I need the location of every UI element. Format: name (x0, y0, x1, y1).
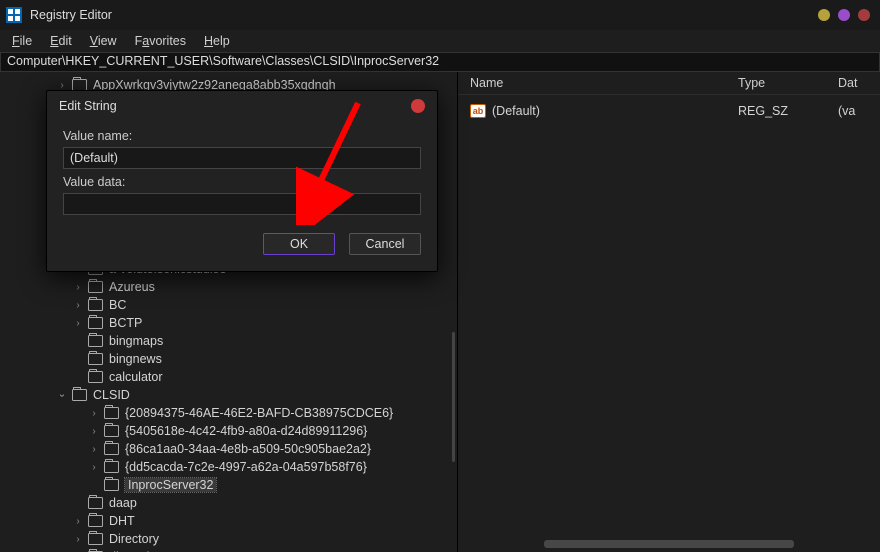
column-data[interactable]: Dat (838, 76, 880, 90)
value-data: (va (838, 104, 880, 118)
folder-icon (88, 515, 103, 527)
window-title: Registry Editor (30, 8, 112, 22)
close-button[interactable] (858, 9, 870, 21)
tree-node[interactable]: › {5405618e-4c42-4fb9-a80a-d24d89911296} (0, 422, 457, 440)
tree-label: Directory (109, 532, 159, 546)
value-name-label: Value name: (63, 129, 421, 143)
tree-label: bingnews (109, 352, 162, 366)
chevron-right-icon[interactable]: › (88, 462, 100, 473)
value-name: (Default) (492, 104, 738, 118)
folder-icon (88, 335, 103, 347)
menu-favorites[interactable]: Favorites (127, 32, 194, 50)
tree-label: {dd5cacda-7c2e-4997-a62a-04a597b58f76} (125, 460, 367, 474)
tree-node[interactable]: daap (0, 494, 457, 512)
tree-label: Azureus (109, 280, 155, 294)
folder-icon (88, 533, 103, 545)
chevron-right-icon[interactable]: › (56, 80, 68, 91)
tree-node[interactable]: › BC (0, 296, 457, 314)
dialog-title: Edit String (59, 99, 117, 113)
tree-node[interactable]: › DHT (0, 512, 457, 530)
folder-icon (88, 299, 103, 311)
app-icon (6, 7, 22, 23)
chevron-right-icon[interactable]: › (72, 282, 84, 293)
folder-icon (104, 443, 119, 455)
string-value-icon: ab (470, 104, 486, 118)
address-bar[interactable]: Computer\HKEY_CURRENT_USER\Software\Clas… (0, 52, 880, 72)
tree-node[interactable]: › Azureus (0, 278, 457, 296)
value-type: REG_SZ (738, 104, 838, 118)
chevron-right-icon[interactable]: › (72, 318, 84, 329)
menu-help[interactable]: Help (196, 32, 238, 50)
horizontal-scrollbar[interactable] (544, 540, 794, 548)
tree-node-selected[interactable]: InprocServer32 (0, 476, 457, 494)
folder-icon (88, 497, 103, 509)
column-name[interactable]: Name (470, 76, 738, 90)
tree-label: calculator (109, 370, 163, 384)
tree-label: {20894375-46AE-46E2-BAFD-CB38975CDCE6} (125, 406, 393, 420)
tree-scrollbar[interactable] (452, 332, 455, 462)
ok-button[interactable]: OK (263, 233, 335, 255)
value-name-input[interactable] (63, 147, 421, 169)
tree-node[interactable]: › {20894375-46AE-46E2-BAFD-CB38975CDCE6} (0, 404, 457, 422)
menu-file[interactable]: File (4, 32, 40, 50)
menu-edit[interactable]: Edit (42, 32, 80, 50)
cancel-button[interactable]: Cancel (349, 233, 421, 255)
folder-icon (88, 281, 103, 293)
tree-label: bingmaps (109, 334, 163, 348)
chevron-right-icon[interactable]: › (88, 426, 100, 437)
tree-label: daap (109, 496, 137, 510)
tree-node[interactable]: calculator (0, 368, 457, 386)
folder-icon (104, 425, 119, 437)
tree-node[interactable]: › {86ca1aa0-34aa-4e8b-a509-50c905bae2a2} (0, 440, 457, 458)
title-bar: Registry Editor (0, 0, 880, 30)
dialog-close-button[interactable] (411, 99, 425, 113)
tree-label: {5405618e-4c42-4fb9-a80a-d24d89911296} (125, 424, 367, 438)
tree-node[interactable]: › Directory (0, 530, 457, 548)
tree-label: CLSID (93, 388, 130, 402)
window-controls (818, 9, 870, 21)
tree-node[interactable]: bingmaps (0, 332, 457, 350)
value-data-label: Value data: (63, 175, 421, 189)
tree-label: BCTP (109, 316, 142, 330)
folder-icon (88, 317, 103, 329)
chevron-right-icon[interactable]: › (88, 444, 100, 455)
chevron-right-icon[interactable]: › (72, 516, 84, 527)
tree-node[interactable]: › BCTP (0, 314, 457, 332)
edit-string-dialog: Edit String Value name: Value data: OK C… (46, 90, 438, 272)
tree-node[interactable]: › {dd5cacda-7c2e-4997-a62a-04a597b58f76} (0, 458, 457, 476)
maximize-button[interactable] (838, 9, 850, 21)
chevron-right-icon[interactable]: › (72, 534, 84, 545)
value-data-input[interactable] (63, 193, 421, 215)
tree-label: {86ca1aa0-34aa-4e8b-a509-50c905bae2a2} (125, 442, 371, 456)
tree-node[interactable]: bingnews (0, 350, 457, 368)
menu-view[interactable]: View (82, 32, 125, 50)
tree-label: BC (109, 298, 126, 312)
tree-node[interactable]: › CLSID (0, 386, 457, 404)
chevron-down-icon[interactable]: › (57, 389, 68, 401)
folder-icon (88, 371, 103, 383)
folder-icon (104, 461, 119, 473)
tree-label: InprocServer32 (125, 478, 216, 492)
values-pane: Name Type Dat ab (Default) REG_SZ (va (458, 72, 880, 552)
column-headers[interactable]: Name Type Dat (458, 72, 880, 95)
minimize-button[interactable] (818, 9, 830, 21)
chevron-right-icon[interactable]: › (88, 408, 100, 419)
menu-bar: File Edit View Favorites Help (0, 30, 880, 52)
folder-icon (104, 407, 119, 419)
tree-label: DHT (109, 514, 135, 528)
folder-icon (72, 389, 87, 401)
chevron-right-icon[interactable]: › (72, 300, 84, 311)
folder-icon (104, 479, 119, 491)
column-type[interactable]: Type (738, 76, 838, 90)
tree-node[interactable]: discord-712465656758665259 (0, 548, 457, 552)
value-row[interactable]: ab (Default) REG_SZ (va (470, 99, 880, 123)
folder-icon (88, 353, 103, 365)
